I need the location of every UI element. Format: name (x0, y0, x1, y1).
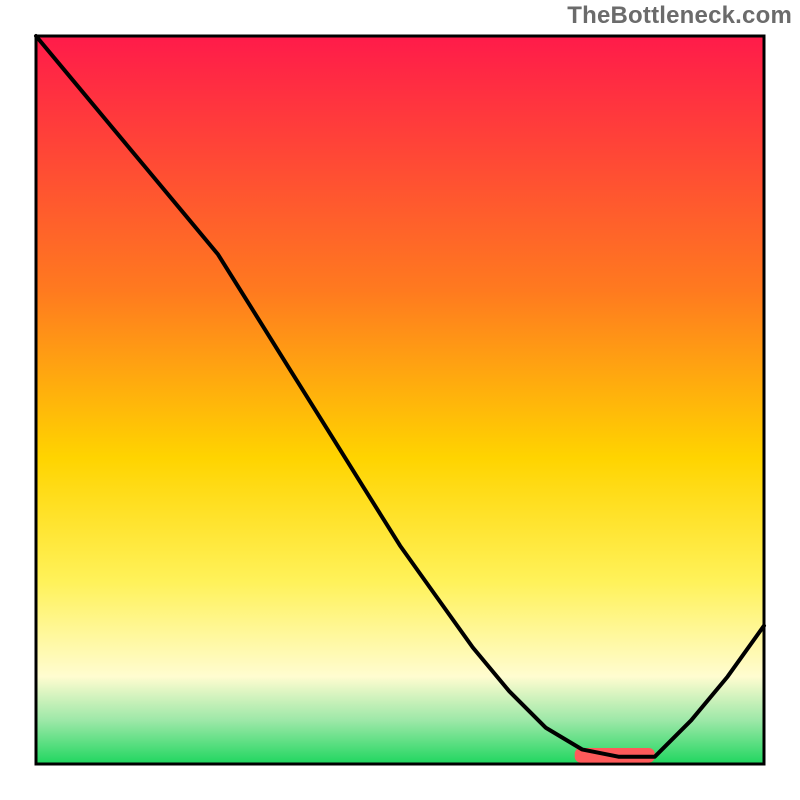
bottleneck-chart (0, 0, 800, 800)
watermark-label: TheBottleneck.com (567, 2, 792, 30)
plot-area (36, 36, 764, 764)
chart-stage: TheBottleneck.com (0, 0, 800, 800)
